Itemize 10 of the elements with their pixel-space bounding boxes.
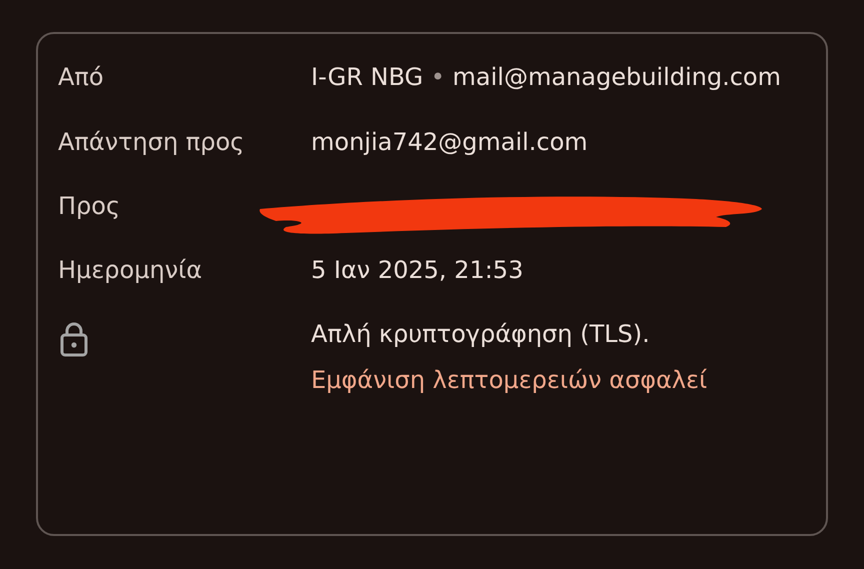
field-label: Προς <box>58 191 122 222</box>
field-label: Ημερομηνία <box>58 255 204 286</box>
lock-icon <box>60 321 88 357</box>
sender-address: I-GR NBG • mail@managebuilding.com <box>311 63 781 91</box>
field-value: monjia742@gmail.com <box>311 127 589 158</box>
security-details-link[interactable]: Εμφάνιση λεπτομερειών ασφαλεί <box>311 357 708 403</box>
field-value: 5 Ιαν 2025, 21:53 <box>311 255 524 286</box>
encryption-status: Απλή κρυπτογράφηση (TLS). <box>311 319 650 350</box>
field-label: Απάντηση προς <box>58 127 246 158</box>
field-label: Από <box>58 62 105 93</box>
